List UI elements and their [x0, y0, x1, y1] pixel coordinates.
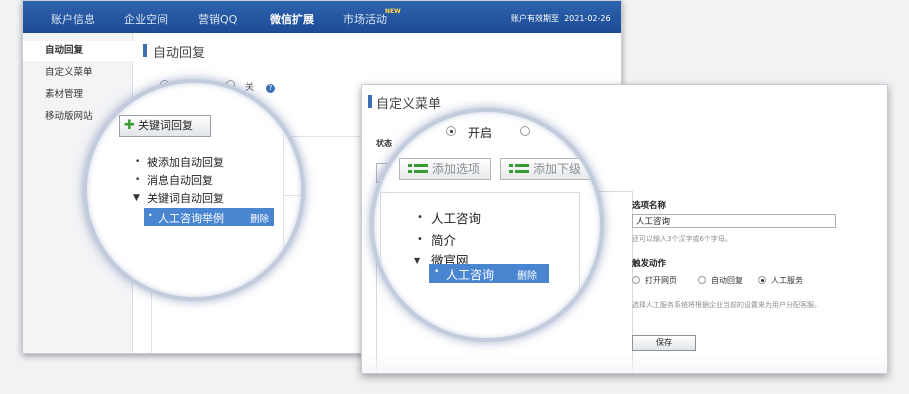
save-button[interactable]: 保存: [632, 335, 696, 351]
plus-icon: ✚: [124, 118, 135, 133]
status-off-radio[interactable]: [520, 126, 530, 136]
top-navigation: 账户信息 企业空间 营销QQ 微信扩展 市场活动 NEW 账户有效期至 2021…: [23, 1, 621, 33]
bullet-icon: •: [135, 175, 141, 185]
tree-item-intro[interactable]: 简介: [431, 230, 456, 249]
selected-tree-item[interactable]: • 人工咨询举例 删除: [144, 208, 274, 226]
triangle-down-icon[interactable]: ▼: [133, 193, 140, 203]
trigger-option-open-page: 打开网页: [645, 276, 677, 285]
trigger-option-auto-reply: 自动回复: [711, 276, 743, 285]
tree-item-human-consult[interactable]: 人工咨询: [431, 208, 481, 227]
option-name-input[interactable]: [632, 214, 836, 228]
menu-option-form: 选项名称 还可以输入3个汉字或6个字母。 触发动作 打开网页 自动回复 人工服务…: [628, 183, 873, 373]
trigger-action-label: 触发动作: [632, 259, 667, 269]
expiry-label: 账户有效期至: [511, 14, 559, 23]
trigger-radio-human-service[interactable]: [758, 276, 766, 284]
page-title: 自定义菜单: [376, 97, 442, 112]
bullet-icon: •: [417, 212, 423, 223]
status-radio-partial[interactable]: [390, 135, 397, 142]
nav-account-info[interactable]: 账户信息: [51, 11, 95, 27]
option-name-hint: 还可以输入3个汉字或6个字母。: [632, 235, 732, 243]
sidebar-item-custom-menu[interactable]: 自定义菜单: [23, 63, 133, 83]
title-accent-bar: [143, 44, 147, 57]
bullet-icon: •: [135, 157, 141, 167]
add-keyword-reply-button[interactable]: ✚ 关键词回复: [119, 115, 211, 137]
nav-wechat-extension[interactable]: 微信扩展: [270, 11, 314, 27]
status-on-radio[interactable]: [446, 126, 456, 136]
status-on-label: 开启: [468, 126, 493, 140]
selected-item-label: 人工咨询: [446, 268, 495, 282]
help-icon[interactable]: ?: [266, 84, 275, 93]
triangle-down-icon[interactable]: ▼: [414, 256, 420, 265]
expiry-date: 2021-02-26: [564, 14, 611, 23]
trigger-option-human-service: 人工服务: [771, 276, 803, 285]
status-off-label: 关: [245, 83, 255, 93]
add-option-button[interactable]: 添加选项: [399, 158, 491, 180]
magnifier-custom-menu: 开启 添加选项 添加下级 • 人工咨询 • 简介 ▼ 微官网 • 人工咨询 删除: [370, 108, 604, 342]
list-icon: [509, 164, 529, 173]
keyword-button-label: 关键词回复: [138, 119, 193, 132]
title-accent-bar: [368, 95, 372, 108]
divider: [283, 83, 284, 297]
divider: [283, 195, 301, 196]
trigger-description: 选择人工服务系统将根据企业当前的设置来为用户分配客服。: [632, 301, 821, 309]
delete-link[interactable]: 删除: [517, 267, 537, 282]
magnifier-auto-reply: ✚ 关键词回复 • 被添加自动回复 • 消息自动回复 ▼ 关键词自动回复 • 人…: [83, 79, 305, 301]
tree-item-follow-reply[interactable]: 被添加自动回复: [147, 154, 224, 170]
bullet-icon: •: [148, 211, 153, 220]
nav-enterprise-space[interactable]: 企业空间: [124, 11, 168, 27]
trigger-radio-open-page[interactable]: [632, 276, 640, 284]
tree-item-keyword-reply[interactable]: 关键词自动回复: [147, 190, 224, 206]
option-name-label: 选项名称: [632, 201, 667, 211]
new-badge: NEW: [385, 8, 401, 15]
bullet-icon: •: [417, 234, 423, 245]
page-title: 自动回复: [153, 46, 206, 61]
delete-link[interactable]: 删除: [250, 211, 269, 225]
tree-item-message-reply[interactable]: 消息自动回复: [147, 172, 213, 188]
add-sub-label: 添加下级: [533, 162, 582, 176]
sidebar-item-auto-reply[interactable]: 自动回复: [23, 41, 133, 61]
sidebar-item-material[interactable]: 素材管理: [23, 85, 133, 105]
selected-tree-item[interactable]: • 人工咨询 删除: [429, 264, 549, 283]
add-option-label: 添加选项: [432, 162, 481, 176]
account-expiry: 账户有效期至 2021-02-26: [511, 13, 611, 24]
nav-market-activity[interactable]: 市场活动: [343, 11, 387, 27]
add-sub-button-zoom[interactable]: 添加下级: [500, 158, 600, 180]
trigger-radio-auto-reply[interactable]: [698, 276, 706, 284]
bottom-fade: [362, 355, 887, 373]
list-icon: [408, 164, 428, 173]
selected-item-label: 人工咨询举例: [158, 212, 224, 225]
nav-marketing-qq[interactable]: 营销QQ: [198, 11, 237, 27]
bullet-icon: •: [434, 267, 440, 277]
